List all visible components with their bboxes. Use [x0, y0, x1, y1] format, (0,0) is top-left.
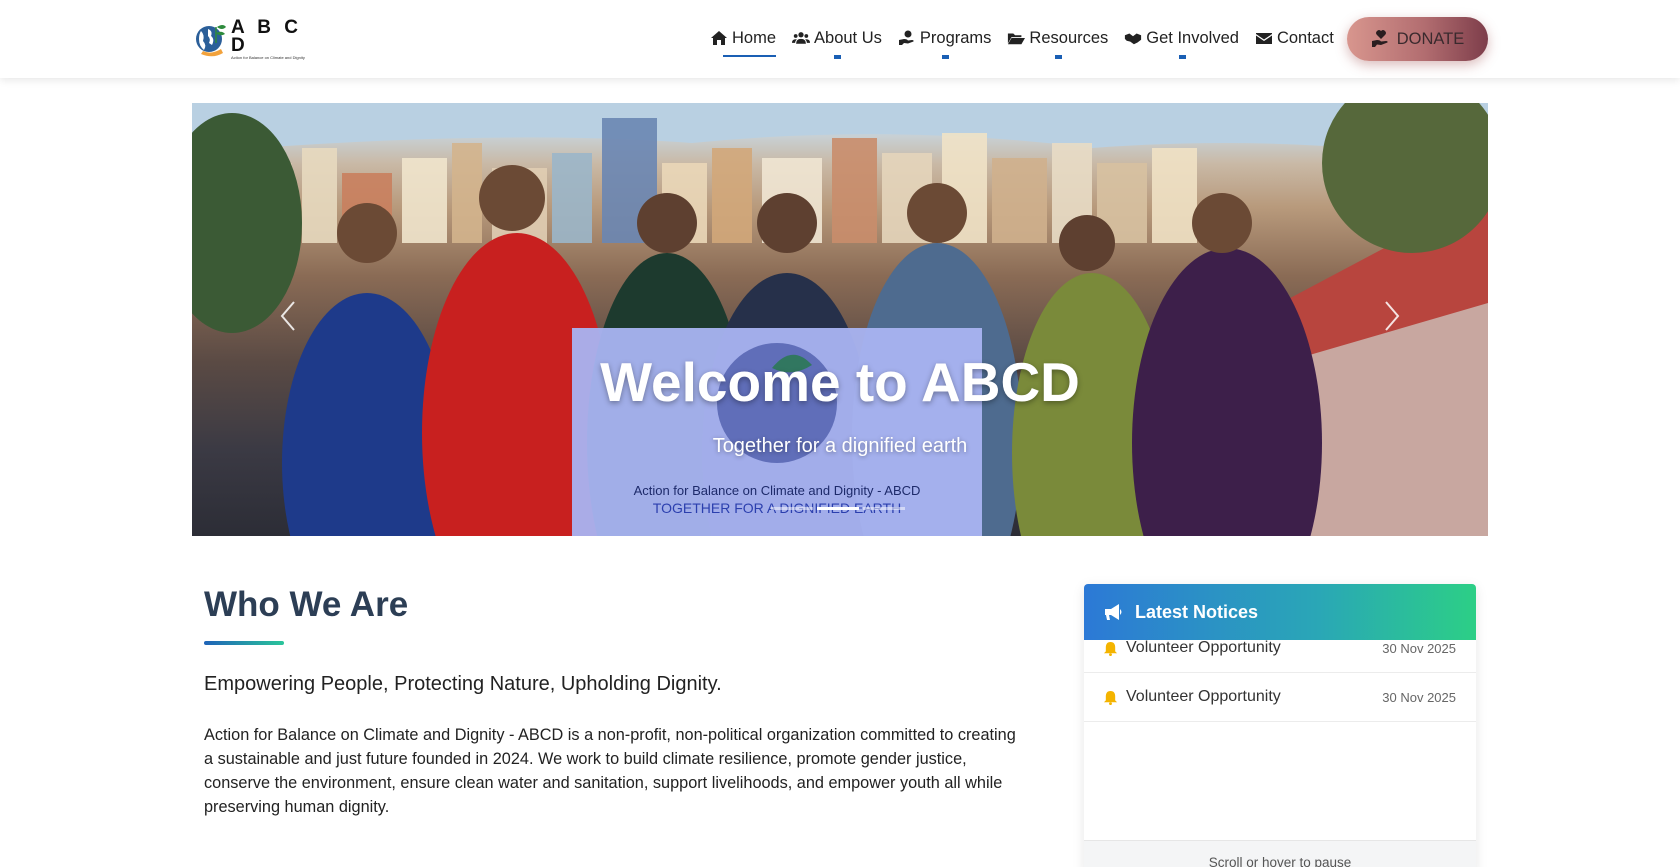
- notice-item[interactable]: Volunteer Opportunity 30 Nov 2025: [1084, 640, 1476, 673]
- hero-subtitle: Together for a dignified earth: [712, 435, 968, 457]
- hero-carousel[interactable]: Action for Balance on Climate and Dignit…: [192, 103, 1488, 536]
- nav-get-involved[interactable]: Get Involved: [1124, 26, 1239, 59]
- carousel-indicator[interactable]: [771, 507, 813, 510]
- chevron-left-icon: [280, 301, 295, 331]
- banner-line-1: Action for Balance on Climate and Dignit…: [634, 483, 921, 498]
- notice-title: Volunteer Opportunity: [1126, 688, 1281, 705]
- notices-list[interactable]: Volunteer Opportunity 30 Nov 2025 Volunt…: [1084, 640, 1476, 838]
- section-tagline: Empowering People, Protecting Nature, Up…: [204, 673, 722, 695]
- brand-tagline: Action for Balance on Climate and Dignit…: [231, 54, 305, 60]
- bell-icon: [1103, 641, 1118, 656]
- brand-letters: A B C D: [231, 16, 303, 56]
- donate-button[interactable]: DONATE: [1347, 17, 1488, 61]
- nav-home-label: Home: [732, 28, 777, 47]
- nav-active-indicator: [723, 55, 777, 57]
- dropdown-indicator: [833, 55, 841, 59]
- bullhorn-icon: [1105, 604, 1122, 620]
- donate-label: DONATE: [1396, 29, 1465, 48]
- notices-title: Latest Notices: [1135, 601, 1259, 622]
- chevron-right-icon: [1385, 301, 1400, 331]
- carousel-prev-button[interactable]: [276, 298, 302, 334]
- carousel-indicator[interactable]: [863, 507, 905, 510]
- section-body: Action for Balance on Climate and Dignit…: [204, 726, 1016, 816]
- notices-panel: Latest Notices Volunteer Opportunity 30 …: [1084, 584, 1476, 867]
- notices-footer: Scroll or hover to pause: [1084, 840, 1476, 867]
- carousel-next-button[interactable]: [1378, 298, 1404, 334]
- notice-title: Volunteer Opportunity: [1126, 640, 1281, 656]
- brand-logo[interactable]: A B C D Action for Balance on Climate an…: [195, 18, 305, 60]
- hand-holding-icon: [898, 30, 914, 45]
- main-nav: Home About Us Programs Resources Get Inv…: [710, 26, 1350, 59]
- nav-programs[interactable]: Programs: [898, 26, 992, 59]
- notice-item[interactable]: Volunteer Opportunity 30 Nov 2025: [1084, 673, 1476, 722]
- nav-contact[interactable]: Contact: [1255, 26, 1334, 50]
- carousel-indicator-active[interactable]: [817, 507, 859, 510]
- hand-holding-heart-icon: [1371, 30, 1388, 47]
- nav-about-label: About Us: [814, 28, 882, 47]
- dropdown-indicator: [941, 55, 949, 59]
- notice-date: 30 Nov 2025: [1382, 689, 1456, 705]
- section-title: Who We Are: [204, 585, 409, 624]
- nav-resources[interactable]: Resources: [1007, 26, 1109, 59]
- handshake-icon: [1125, 33, 1142, 45]
- nav-contact-label: Contact: [1276, 28, 1334, 47]
- dropdown-indicator: [1178, 55, 1186, 59]
- site-header: A B C D Action for Balance on Climate an…: [0, 0, 1680, 78]
- home-icon: [711, 31, 727, 45]
- nav-resources-label: Resources: [1029, 28, 1109, 47]
- notices-header: Latest Notices: [1084, 584, 1476, 640]
- dropdown-indicator: [1054, 55, 1062, 59]
- notice-date: 30 Nov 2025: [1382, 640, 1456, 656]
- nav-get-involved-label: Get Involved: [1146, 28, 1239, 47]
- envelope-icon: [1255, 33, 1272, 44]
- hero-title: Welcome to ABCD: [600, 351, 1080, 413]
- nav-programs-label: Programs: [919, 28, 992, 47]
- nav-about[interactable]: About Us: [792, 26, 882, 59]
- carousel-indicators: [771, 507, 905, 510]
- users-icon: [792, 32, 811, 44]
- nav-home[interactable]: Home: [710, 26, 777, 57]
- hero-background-photo: Action for Balance on Climate and Dignit…: [192, 103, 1488, 536]
- folder-open-icon: [1008, 33, 1026, 45]
- globe-leaf-logo-icon: [195, 21, 229, 57]
- bell-icon: [1103, 690, 1118, 705]
- title-underline: [204, 641, 284, 645]
